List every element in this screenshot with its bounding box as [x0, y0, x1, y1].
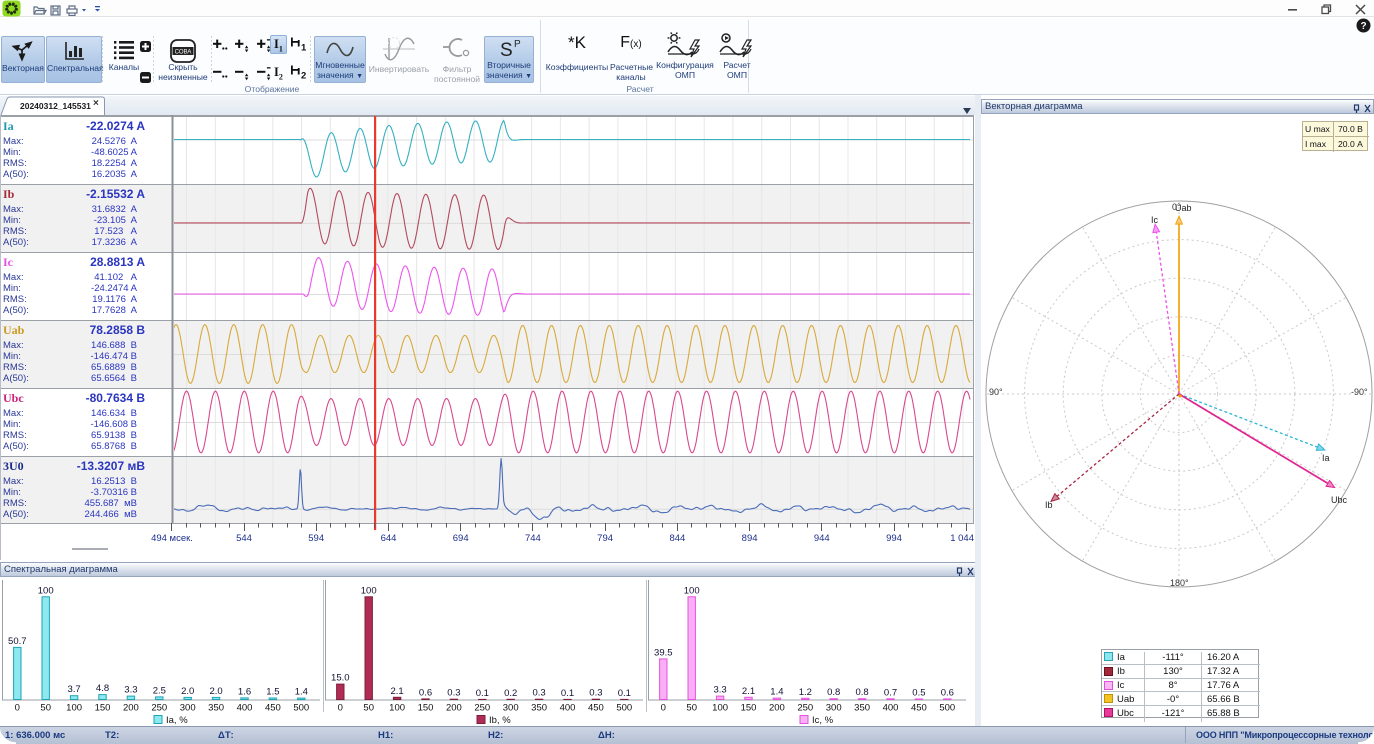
- svg-text:2.1: 2.1: [742, 686, 755, 697]
- svg-text:400: 400: [883, 703, 899, 714]
- svg-text:-90°: -90°: [1351, 387, 1368, 397]
- svg-text:?: ?: [1360, 21, 1366, 32]
- svg-text:Ubc: Ubc: [1331, 495, 1348, 505]
- svg-text:39.5: 39.5: [654, 647, 673, 658]
- svg-text:994: 994: [886, 533, 902, 544]
- svg-text:СОВА: СОВА: [175, 50, 192, 56]
- svg-text:744: 744: [525, 533, 541, 544]
- svg-text:500: 500: [939, 703, 955, 714]
- svg-text:1: 1: [301, 43, 307, 54]
- svg-text:200: 200: [769, 703, 785, 714]
- svg-text:250: 250: [797, 703, 813, 714]
- svg-text:2.0: 2.0: [181, 686, 194, 697]
- svg-text:3.7: 3.7: [67, 684, 80, 695]
- svg-text:250: 250: [474, 703, 490, 714]
- svg-text:300: 300: [180, 703, 196, 714]
- svg-text:450: 450: [588, 703, 604, 714]
- svg-text:0.1: 0.1: [561, 688, 574, 699]
- svg-text:0.3: 0.3: [589, 688, 602, 699]
- svg-text:2.0: 2.0: [209, 686, 222, 697]
- svg-text:50: 50: [363, 703, 374, 714]
- svg-text:0.3: 0.3: [532, 688, 545, 699]
- svg-text:2.5: 2.5: [153, 685, 166, 696]
- svg-text:1.5: 1.5: [266, 687, 279, 698]
- svg-text:500: 500: [293, 703, 309, 714]
- svg-text:350: 350: [854, 703, 870, 714]
- svg-text:200: 200: [123, 703, 139, 714]
- svg-text:Uab: Uab: [1175, 203, 1192, 213]
- svg-text:150: 150: [418, 703, 434, 714]
- svg-text:400: 400: [560, 703, 576, 714]
- svg-text:1.2: 1.2: [799, 687, 812, 698]
- svg-text:350: 350: [208, 703, 224, 714]
- svg-text:200: 200: [446, 703, 462, 714]
- svg-text:0.2: 0.2: [504, 688, 517, 699]
- svg-text:Ib, %: Ib, %: [489, 715, 511, 726]
- svg-text:3.3: 3.3: [124, 685, 137, 696]
- svg-text:450: 450: [911, 703, 927, 714]
- svg-text:894: 894: [742, 533, 758, 544]
- svg-text:644: 644: [381, 533, 397, 544]
- svg-text:100: 100: [712, 703, 728, 714]
- svg-text:494 мсек.: 494 мсек.: [151, 533, 193, 544]
- svg-text:100: 100: [389, 703, 405, 714]
- svg-text:450: 450: [265, 703, 281, 714]
- svg-text:150: 150: [95, 703, 111, 714]
- svg-text:Ib: Ib: [1045, 500, 1053, 510]
- svg-text:S: S: [500, 40, 513, 61]
- svg-text:50.7: 50.7: [8, 636, 27, 647]
- svg-text:944: 944: [814, 533, 830, 544]
- svg-text:100: 100: [361, 585, 377, 596]
- svg-text:0: 0: [15, 703, 20, 714]
- svg-text:P: P: [514, 39, 521, 50]
- svg-text:3.3: 3.3: [713, 685, 726, 696]
- svg-text:100: 100: [684, 585, 700, 596]
- svg-text:300: 300: [503, 703, 519, 714]
- svg-text:100: 100: [38, 585, 54, 596]
- svg-text:1.6: 1.6: [238, 686, 251, 697]
- svg-text:794: 794: [597, 533, 613, 544]
- svg-text:Ia, %: Ia, %: [166, 715, 188, 726]
- svg-text:4.8: 4.8: [96, 683, 109, 694]
- svg-text:0.5: 0.5: [912, 688, 925, 699]
- svg-text:1 044: 1 044: [950, 533, 974, 544]
- svg-text:0.8: 0.8: [855, 687, 868, 698]
- svg-text:Ia: Ia: [1322, 453, 1330, 463]
- svg-text:400: 400: [237, 703, 253, 714]
- svg-text:0.8: 0.8: [827, 687, 840, 698]
- svg-text:2.1: 2.1: [390, 686, 403, 697]
- svg-text:Ic: Ic: [1151, 215, 1159, 225]
- svg-text:2: 2: [301, 71, 306, 82]
- svg-text:500: 500: [616, 703, 632, 714]
- svg-text:150: 150: [741, 703, 757, 714]
- svg-text:90°: 90°: [989, 387, 1003, 397]
- svg-text:180°: 180°: [1170, 578, 1189, 588]
- svg-text:1.4: 1.4: [770, 687, 783, 698]
- svg-text:0: 0: [338, 703, 343, 714]
- svg-text:694: 694: [453, 533, 469, 544]
- svg-text:0.6: 0.6: [941, 687, 954, 698]
- svg-text:0.7: 0.7: [884, 687, 897, 698]
- svg-text:0.1: 0.1: [476, 688, 489, 699]
- svg-text:50: 50: [40, 703, 51, 714]
- svg-text:594: 594: [308, 533, 324, 544]
- svg-text:844: 844: [669, 533, 685, 544]
- svg-text:0: 0: [661, 703, 666, 714]
- svg-text:100: 100: [66, 703, 82, 714]
- svg-text:0.1: 0.1: [618, 688, 631, 699]
- svg-text:544: 544: [236, 533, 252, 544]
- svg-text:0.6: 0.6: [419, 687, 432, 698]
- svg-text:1.4: 1.4: [295, 687, 308, 698]
- svg-text:350: 350: [531, 703, 547, 714]
- svg-text:300: 300: [826, 703, 842, 714]
- svg-text:15.0: 15.0: [331, 673, 350, 684]
- svg-text:50: 50: [686, 703, 697, 714]
- svg-text:250: 250: [151, 703, 167, 714]
- svg-text:Ic, %: Ic, %: [812, 715, 834, 726]
- svg-text:0.3: 0.3: [447, 688, 460, 699]
